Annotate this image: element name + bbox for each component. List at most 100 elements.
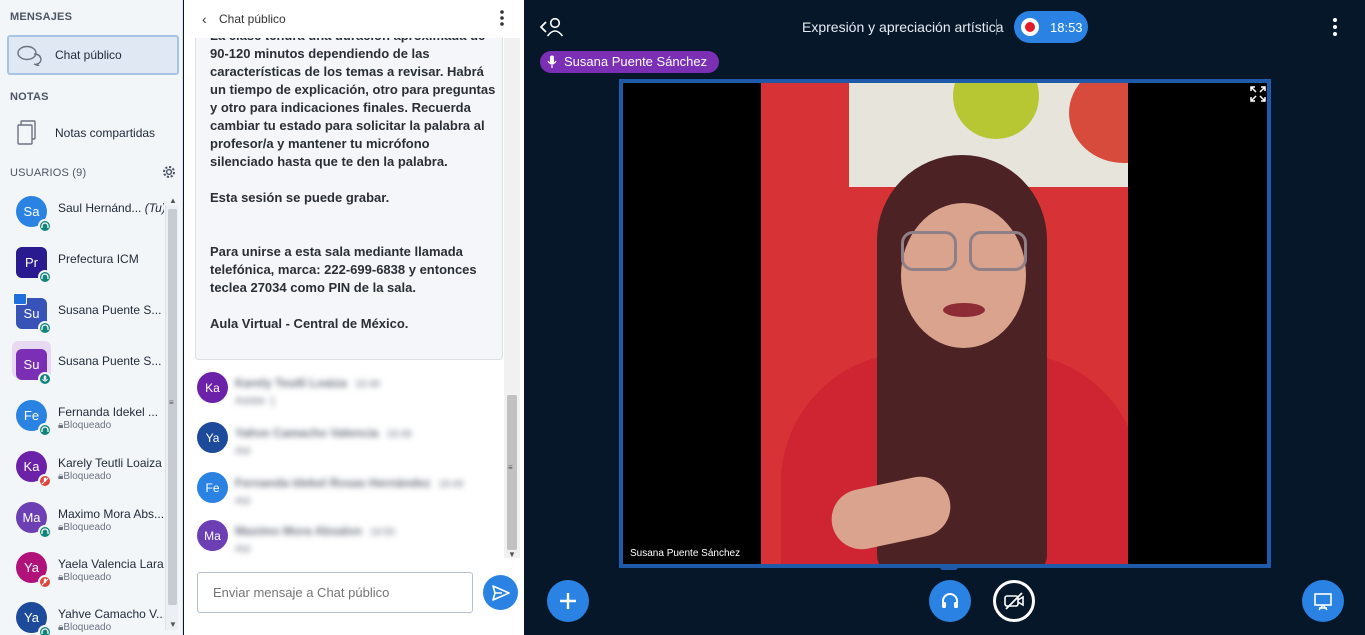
user-list-item[interactable]: Ya Yahve Camacho V... 🔒︎Bloqueado <box>0 594 165 635</box>
user-list-item[interactable]: Ma Maximo Mora Abs... 🔒︎Bloqueado <box>0 494 165 544</box>
scroll-down-arrow-icon[interactable]: ▼ <box>169 620 177 629</box>
presentation-area: Expresión y apreciación artística 18:53 … <box>524 0 1365 635</box>
scrollbar-thumb[interactable] <box>168 209 177 605</box>
user-name-text: Susana Puente S... <box>58 354 162 368</box>
user-name: Maximo Mora Abs... <box>58 507 164 521</box>
welcome-text: La clase tendrá una duración aproximada … <box>210 38 496 331</box>
webcam-video[interactable]: Susana Puente Sánchez <box>619 79 1271 568</box>
glasses-right <box>969 231 1027 271</box>
chat-bubbles-icon <box>17 45 42 66</box>
scroll-up-arrow-icon[interactable]: ▲ <box>169 196 177 205</box>
plus-icon <box>560 593 576 609</box>
headset-icon <box>38 270 52 284</box>
chat-message: Ya Yahve Camacho Valencia 18:48 Asi <box>197 420 497 466</box>
video-user-label: Susana Puente Sánchez <box>630 548 741 559</box>
chat-title[interactable]: Chat público <box>219 12 286 26</box>
user-name-text: Maximo Mora Abs... <box>58 507 164 521</box>
avatar: Ka <box>197 372 228 403</box>
presentation-button[interactable] <box>1302 580 1344 622</box>
talking-indicator: Susana Puente Sánchez <box>540 51 720 73</box>
message-author: Maximo Mora Absalon 18:50 <box>235 524 395 538</box>
user-list-item[interactable]: Sa Saul Hernánd... (Tu) <box>0 188 165 238</box>
user-status-text: Bloqueado <box>63 572 112 583</box>
more-options-icon[interactable] <box>497 8 507 28</box>
chat-message-input[interactable] <box>197 572 473 613</box>
user-name: Susana Puente S... <box>58 303 164 317</box>
chat-message: Fe Fernanda Idekel Rosas Hernández 18:49 As… <box>197 470 497 516</box>
presenter-icon <box>13 293 27 305</box>
message-text: Asi <box>235 495 251 507</box>
scrollbar-thumb[interactable] <box>507 395 517 550</box>
message-time: 18:48 <box>386 429 412 440</box>
user-status: 🔒︎Bloqueado <box>58 622 111 633</box>
user-list-item[interactable]: Ka Karely Teutli Loaiza 🔒︎Bloqueado <box>0 443 165 493</box>
message-author-name: Fernanda Idekel Rosas Hernández <box>235 476 431 490</box>
user-name: Yahve Camacho V... <box>58 607 164 621</box>
user-list-item[interactable]: Fe Fernanda Idekel ... 🔒︎Bloqueado <box>0 392 165 442</box>
fullscreen-icon[interactable] <box>1250 86 1266 102</box>
painting-shape <box>1069 83 1128 163</box>
message-author: Yahve Camacho Valencia 18:48 <box>235 426 411 440</box>
welcome-message: La clase tendrá una duración aproximada … <box>195 38 503 360</box>
microphone-icon <box>38 372 52 386</box>
user-name: Yaela Valencia Lara <box>58 557 164 571</box>
user-status-text: Bloqueado <box>63 471 112 482</box>
recording-indicator[interactable]: 18:53 <box>1014 11 1088 43</box>
more-options-icon[interactable] <box>1330 16 1340 38</box>
chat-message: Ka Karely Teutli Loaiza 18:48 Asiste :) <box>197 370 497 416</box>
avatar: Ma <box>197 520 228 551</box>
avatar: Ya <box>197 422 228 453</box>
share-webcam-button[interactable] <box>993 580 1035 622</box>
send-icon <box>491 584 510 601</box>
message-time: 18:49 <box>438 479 464 490</box>
leave-audio-button[interactable] <box>929 580 971 622</box>
scroll-down-arrow-icon[interactable]: ▼ <box>508 550 516 559</box>
message-author: Fernanda Idekel Rosas Hernández 18:49 <box>235 476 463 490</box>
avatar: Fe <box>197 472 228 503</box>
video-drag-handle[interactable] <box>940 564 958 570</box>
user-status: 🔒︎Bloqueado <box>58 522 111 533</box>
user-list-item[interactable]: Ya Yaela Valencia Lara 🔒︎Bloqueado <box>0 544 165 594</box>
user-name-text: Karely Teutli Loaiza <box>58 456 162 470</box>
camera-off-icon <box>1004 592 1024 610</box>
title-divider <box>996 19 997 35</box>
chat-message: Ma Maximo Mora Absalon 18:50 Asi <box>197 518 497 564</box>
shared-notes-label: Notas compartidas <box>55 126 156 140</box>
send-button[interactable] <box>483 575 518 610</box>
chat-panel: ‹ Chat público La clase tendrá una durac… <box>184 0 524 635</box>
public-chat-entry[interactable]: Chat público <box>7 35 179 75</box>
user-list-item[interactable]: Pr Prefectura ICM <box>0 239 165 289</box>
user-list-item[interactable]: Su Susana Puente S... <box>0 290 165 340</box>
recording-time: 18:53 <box>1050 20 1083 35</box>
person-mouth <box>943 303 985 317</box>
toggle-user-list-icon[interactable] <box>540 16 564 38</box>
actions-button[interactable] <box>547 580 589 622</box>
user-name: Saul Hernánd... (Tu) <box>58 201 164 215</box>
talker-name: Susana Puente Sánchez <box>564 54 708 69</box>
chevron-left-icon[interactable]: ‹ <box>202 11 207 27</box>
webcam-frame <box>761 83 1128 564</box>
person-face <box>901 203 1026 348</box>
user-list-scrollbar[interactable]: ▲ ≡ ▼ <box>165 196 178 630</box>
user-name: Susana Puente S... <box>58 354 164 368</box>
user-name-text: Susana Puente S... <box>58 303 162 317</box>
headset-icon <box>38 321 52 335</box>
document-icon <box>17 120 36 145</box>
user-status: 🔒︎Bloqueado <box>58 471 111 482</box>
user-status-text: Bloqueado <box>63 420 112 431</box>
user-name-text: Saul Hernánd... <box>58 201 142 215</box>
chat-scrollbar[interactable]: ≡ ▼ <box>504 38 520 559</box>
public-chat-label: Chat público <box>55 48 122 62</box>
gear-icon[interactable] <box>161 164 177 180</box>
user-name: Fernanda Idekel ... <box>58 405 164 419</box>
shared-notes-entry[interactable]: Notas compartidas <box>7 113 179 153</box>
presentation-icon <box>1314 593 1332 611</box>
scroll-grip-icon: ≡ <box>169 398 174 407</box>
microphone-off-icon <box>38 575 52 589</box>
user-list: Sa Saul Hernánd... (Tu) Pr Prefectura ICM Su… <box>0 188 165 635</box>
user-list-item[interactable]: Su Susana Puente S... <box>0 341 165 391</box>
user-name-text: Yaela Valencia Lara <box>58 557 164 571</box>
painting-shape <box>953 83 1039 139</box>
headset-icon <box>38 525 52 539</box>
message-text: Asi <box>235 543 251 555</box>
